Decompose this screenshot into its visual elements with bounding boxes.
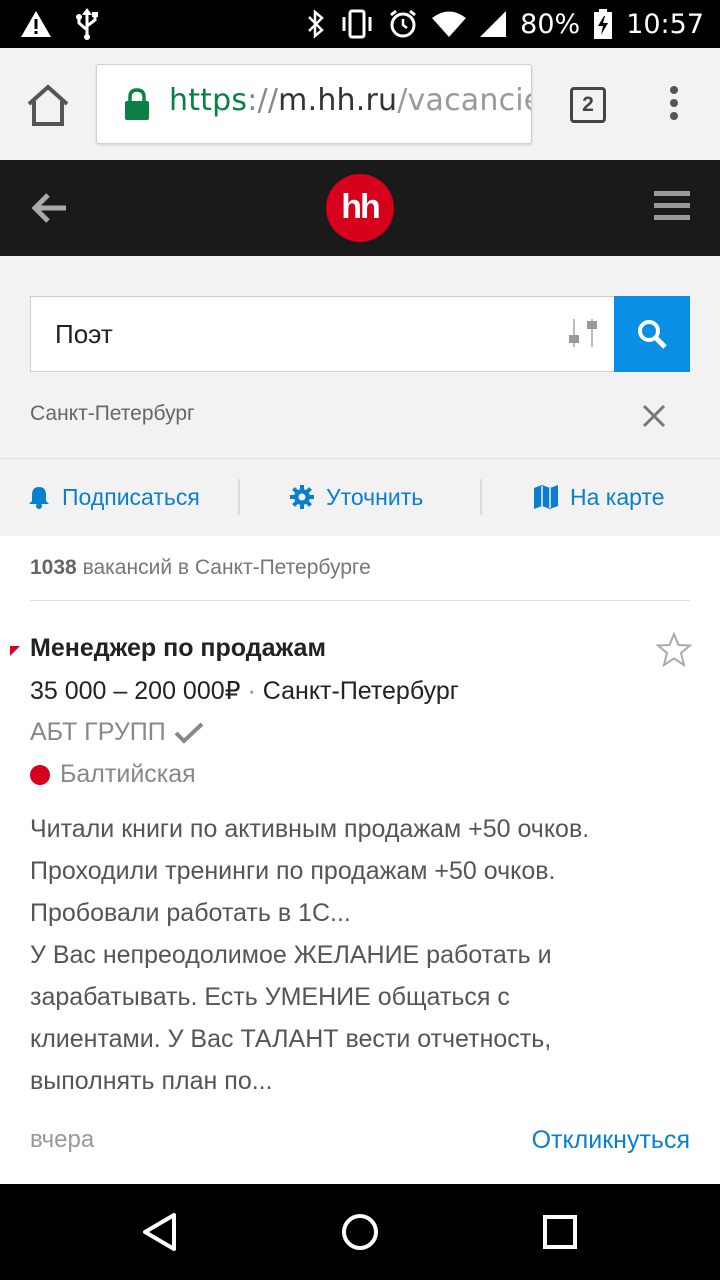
battery-percent: 80% (520, 8, 581, 40)
alarm-icon (390, 9, 417, 38)
android-nav-bar (0, 1184, 720, 1280)
checkmark-icon (174, 722, 204, 744)
metro-name: Балтийская (60, 760, 196, 788)
nav-home-icon[interactable] (340, 1212, 380, 1252)
results-number: 1038 (30, 556, 77, 579)
nav-back-icon[interactable] (140, 1212, 180, 1252)
battery-charging-icon (594, 9, 613, 39)
vacancy-city: Санкт-Петербург (262, 677, 459, 705)
filter-sliders-icon[interactable] (568, 315, 598, 351)
metro-station: Балтийская (30, 760, 196, 789)
description-line: выполнять план по... (30, 1067, 273, 1095)
bell-icon (29, 487, 49, 509)
more-options-icon[interactable] (664, 86, 684, 126)
vacancy-company[interactable]: АБТ ГРУПП (30, 718, 204, 747)
subscribe-button[interactable]: Подписаться (28, 459, 200, 535)
separator-dot: · (247, 677, 256, 705)
status-bar: 80% 10:57 (0, 0, 720, 48)
highlight-marker (10, 646, 20, 656)
subscribe-label: Подписаться (62, 483, 200, 510)
search-input[interactable]: Поэт (30, 296, 614, 372)
region-label[interactable]: Санкт-Петербург (30, 402, 195, 426)
metro-line-dot (30, 764, 50, 785)
respond-button[interactable]: Откликнуться (532, 1126, 690, 1155)
refine-button[interactable]: Уточнить (290, 459, 423, 535)
warning-icon (21, 11, 51, 37)
divider (30, 600, 690, 601)
hamburger-menu-icon[interactable] (654, 191, 690, 225)
vacancy-date: вчера (30, 1126, 95, 1153)
gear-icon (290, 485, 314, 509)
site-header: hh (0, 160, 720, 256)
nav-recents-icon[interactable] (543, 1215, 577, 1249)
vacancy-salary: 35 000 – 200 000₽ (30, 677, 241, 705)
vibrate-icon (342, 9, 372, 39)
clock: 10:57 (626, 8, 704, 40)
description-line: У Вас непреодолимое ЖЕЛАНИЕ работать и (30, 941, 552, 969)
results-suffix: вакансий в Санкт-Петербурге (82, 556, 371, 579)
lock-icon (125, 88, 149, 120)
search-panel: Поэт Санкт-Петербург (0, 256, 720, 458)
back-arrow-icon[interactable] (30, 188, 70, 228)
description-line: клиентами. У Вас ТАЛАНТ вести отчетность… (30, 1025, 552, 1053)
description-line: Проходили тренинги по продажам +50 очков… (30, 857, 556, 885)
bluetooth-icon (308, 9, 325, 39)
close-icon[interactable] (642, 404, 666, 428)
browser-toolbar: https://m.hh.ru/vacancie 2 (0, 48, 720, 160)
vacancy-title[interactable]: Менеджер по продажам (30, 634, 326, 663)
results-count: 1038 вакансий в Санкт-Петербурге (30, 556, 371, 580)
hh-logo[interactable]: hh (326, 174, 394, 242)
url-scheme: https (169, 83, 248, 118)
search-icon (638, 320, 667, 349)
home-icon[interactable] (24, 82, 72, 128)
url-bar[interactable]: https://m.hh.ru/vacancie (96, 64, 532, 144)
refine-label: Уточнить (326, 483, 424, 510)
vacancy-salary-line: 35 000 – 200 000₽ · Санкт-Петербург (30, 676, 459, 706)
search-query: Поэт (55, 319, 113, 349)
signal-icon (480, 11, 507, 37)
usb-icon (76, 8, 98, 40)
search-actions: Подписаться Уточнить На карте (0, 458, 720, 536)
vacancy-description: Читали книги по активным продажам +50 оч… (30, 808, 695, 1102)
url-host: m.hh.ru (278, 83, 398, 118)
search-button[interactable] (614, 296, 690, 372)
wifi-icon (432, 11, 467, 37)
action-divider (238, 479, 240, 515)
map-label: На карте (570, 483, 665, 510)
company-name: АБТ ГРУПП (30, 718, 166, 746)
description-line: Читали книги по активным продажам +50 оч… (30, 815, 590, 843)
description-line: Пробовали работать в 1С... (30, 899, 351, 927)
map-button[interactable]: На карте (534, 459, 665, 535)
action-divider (480, 479, 482, 515)
url-separator: :// (247, 83, 279, 118)
tab-switcher-button[interactable]: 2 (570, 87, 606, 123)
url-text: https://m.hh.ru/vacancie (169, 83, 532, 118)
star-icon[interactable] (656, 632, 692, 668)
url-path: /vacancie (397, 83, 532, 118)
map-icon (534, 485, 558, 509)
description-line: зарабатывать. Есть УМЕНИЕ общаться с (30, 983, 510, 1011)
